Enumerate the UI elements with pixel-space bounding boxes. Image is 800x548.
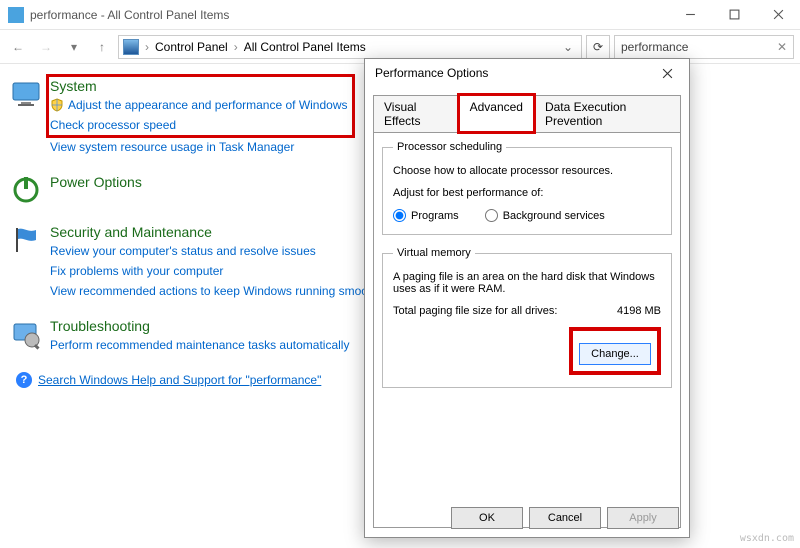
help-icon: ?: [16, 372, 32, 388]
tab-visual-effects[interactable]: Visual Effects: [373, 95, 459, 132]
radio-programs-input[interactable]: [393, 209, 406, 222]
nav-forward-button[interactable]: →: [34, 35, 58, 59]
link-fix-problems[interactable]: Fix problems with your computer: [50, 262, 387, 280]
link-processor-speed[interactable]: Check processor speed: [50, 116, 348, 134]
highlight-change: Change...: [569, 327, 661, 375]
control-panel-icon: [123, 39, 139, 55]
performance-options-dialog: Performance Options Visual Effects Advan…: [364, 58, 690, 538]
address-dropdown-button[interactable]: ⌄: [559, 40, 577, 54]
sched-label: Adjust for best performance of:: [393, 187, 661, 199]
maximize-button[interactable]: [712, 0, 756, 30]
tab-dep[interactable]: Data Execution Prevention: [534, 95, 681, 132]
radio-programs[interactable]: Programs: [393, 209, 459, 222]
legend-virtual-memory: Virtual memory: [393, 247, 475, 259]
flag-icon: [10, 224, 42, 256]
link-review-status[interactable]: Review your computer's status and resolv…: [50, 242, 387, 260]
tab-page-advanced: Processor scheduling Choose how to alloc…: [373, 132, 681, 528]
shield-icon: [50, 98, 64, 112]
chevron-right-icon: ›: [145, 40, 149, 54]
link-task-manager-usage[interactable]: View system resource usage in Task Manag…: [50, 140, 294, 154]
heading-troubleshooting[interactable]: Troubleshooting: [50, 318, 349, 334]
control-panel-icon: [8, 7, 24, 23]
search-input[interactable]: performance ✕: [614, 35, 794, 59]
cancel-button[interactable]: Cancel: [529, 507, 601, 529]
dialog-buttons: OK Cancel Apply: [451, 507, 679, 529]
heading-security-maintenance[interactable]: Security and Maintenance: [50, 224, 387, 240]
breadcrumb-control-panel[interactable]: Control Panel: [155, 40, 228, 54]
link-maintenance-tasks[interactable]: Perform recommended maintenance tasks au…: [50, 336, 349, 354]
power-icon: [10, 174, 42, 206]
address-bar[interactable]: › Control Panel › All Control Panel Item…: [118, 35, 582, 59]
group-processor-scheduling: Processor scheduling Choose how to alloc…: [382, 141, 672, 235]
nav-back-button[interactable]: ←: [6, 35, 30, 59]
troubleshooting-icon: [10, 318, 42, 350]
breadcrumb-all-items[interactable]: All Control Panel Items: [244, 40, 366, 54]
clear-search-icon[interactable]: ✕: [777, 40, 787, 54]
dialog-tabs: Visual Effects Advanced Data Execution P…: [365, 87, 689, 132]
close-button[interactable]: [756, 0, 800, 30]
vm-total-value: 4198 MB: [617, 305, 661, 317]
chevron-right-icon: ›: [234, 40, 238, 54]
link-recommended-actions[interactable]: View recommended actions to keep Windows…: [50, 282, 387, 300]
help-link[interactable]: Search Windows Help and Support for "per…: [38, 373, 321, 387]
vm-text: A paging file is an area on the hard dis…: [393, 271, 661, 295]
dialog-close-button[interactable]: [649, 61, 685, 85]
vm-total-label: Total paging file size for all drives:: [393, 305, 557, 317]
radio-background-input[interactable]: [485, 209, 498, 222]
heading-system[interactable]: System: [50, 78, 348, 94]
tab-advanced[interactable]: Advanced: [459, 95, 534, 132]
minimize-button[interactable]: [668, 0, 712, 30]
legend-processor-scheduling: Processor scheduling: [393, 141, 506, 153]
computer-icon: [10, 78, 42, 110]
nav-up-button[interactable]: ↑: [90, 35, 114, 59]
heading-power-options[interactable]: Power Options: [50, 174, 142, 190]
ok-button[interactable]: OK: [451, 507, 523, 529]
window-title: performance - All Control Panel Items: [30, 8, 668, 22]
apply-button[interactable]: Apply: [607, 507, 679, 529]
refresh-button[interactable]: ⟳: [586, 35, 610, 59]
window-titlebar: performance - All Control Panel Items: [0, 0, 800, 30]
change-button[interactable]: Change...: [579, 343, 651, 365]
dialog-title: Performance Options: [375, 66, 649, 80]
search-value: performance: [621, 40, 777, 54]
sched-text: Choose how to allocate processor resourc…: [393, 165, 661, 177]
link-adjust-performance[interactable]: Adjust the appearance and performance of…: [68, 96, 348, 114]
dialog-titlebar: Performance Options: [365, 59, 689, 87]
nav-recent-button[interactable]: ▾: [62, 35, 86, 59]
group-virtual-memory: Virtual memory A paging file is an area …: [382, 247, 672, 388]
watermark: wsxdn.com: [740, 533, 794, 544]
radio-background-services[interactable]: Background services: [485, 209, 605, 222]
